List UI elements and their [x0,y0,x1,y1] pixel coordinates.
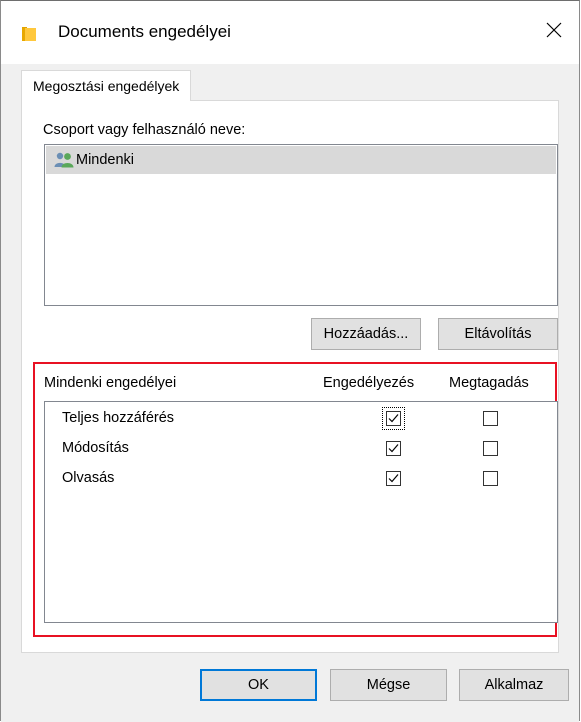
allow-checkbox-full-control[interactable] [386,411,401,426]
dialog-body: Megosztási engedélyek Csoport vagy felha… [1,64,579,722]
users-icon [54,152,74,168]
window-title: Documents engedélyei [58,22,231,41]
permissions-title: Mindenki engedélyei [44,375,177,391]
permission-label: Módosítás [62,440,129,456]
permissions-dialog: Documents engedélyei Megosztási engedély… [0,0,580,722]
allow-checkbox-read[interactable] [386,471,401,486]
permissions-list: Teljes hozzáférés Módosítás Olvasás [44,401,558,623]
group-label: Csoport vagy felhasználó neve: [43,122,246,138]
list-item-mindenki[interactable]: Mindenki [46,146,556,174]
permission-row-full-control: Teljes hozzáférés [45,406,557,434]
tab-panel: Csoport vagy felhasználó neve: Mindenki … [21,100,559,653]
close-icon [546,22,562,42]
permission-row-modify: Módosítás [45,436,557,464]
deny-checkbox-modify[interactable] [483,441,498,456]
permission-label: Teljes hozzáférés [62,410,175,426]
apply-button[interactable]: Alkalmaz [459,669,569,701]
cancel-button[interactable]: Mégse [330,669,447,701]
folder-icon [22,27,36,41]
tab-sharing-permissions[interactable]: Megosztási engedélyek [21,70,192,101]
allow-column-header: Engedélyezés [323,375,415,391]
deny-checkbox-full-control[interactable] [483,411,498,426]
close-button[interactable] [539,15,569,49]
ok-button[interactable]: OK [200,669,317,701]
permission-row-read: Olvasás [45,466,557,494]
deny-column-header: Megtagadás [449,375,529,391]
permission-label: Olvasás [62,470,115,486]
user-name: Mindenki [76,152,135,168]
title-bar: Documents engedélyei [1,1,579,64]
remove-button[interactable]: Eltávolítás [438,318,558,350]
deny-checkbox-read[interactable] [483,471,498,486]
add-button[interactable]: Hozzáadás... [311,318,421,350]
allow-checkbox-modify[interactable] [386,441,401,456]
user-list[interactable]: Mindenki [44,144,558,306]
